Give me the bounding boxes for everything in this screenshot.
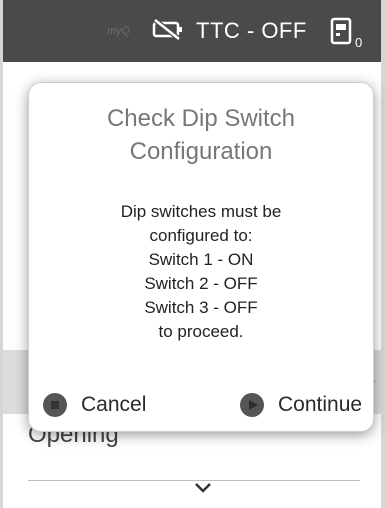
dialog-message-line: Switch 3 - OFF xyxy=(144,298,258,317)
dialog-title-line-2: Configuration xyxy=(129,138,273,165)
dialog-message-line: to proceed. xyxy=(158,322,244,341)
remote-icon[interactable] xyxy=(330,17,352,45)
continue-button[interactable]: Continue xyxy=(240,393,362,417)
dialog-title-line-1: Check Dip Switch xyxy=(106,105,296,132)
dialog-message-line: Dip switches must be xyxy=(120,202,282,221)
dialog-message-line: Switch 1 - ON xyxy=(148,250,254,269)
cancel-label: Cancel xyxy=(81,393,147,416)
play-icon xyxy=(240,393,264,417)
dip-switch-dialog: Check Dip Switch Configuration Dip switc… xyxy=(29,83,373,431)
top-status-bar: myQ TTC - OFF 0 xyxy=(3,0,381,62)
remote-count: 0 xyxy=(355,35,363,50)
continue-label: Continue xyxy=(278,393,363,416)
dialog-message: Dip switches must be configured to: Swit… xyxy=(29,200,373,344)
brand-logo: myQ xyxy=(107,25,131,37)
cancel-button[interactable]: Cancel xyxy=(43,393,146,417)
right-frame-border xyxy=(381,0,386,508)
dialog-message-line: configured to: xyxy=(149,226,253,245)
battery-disconnected-icon xyxy=(152,18,182,40)
stop-icon xyxy=(43,393,67,417)
chevron-down-icon[interactable] xyxy=(192,481,214,495)
ttc-status-label: TTC - OFF xyxy=(196,18,307,43)
dialog-message-line: Switch 2 - OFF xyxy=(144,274,258,293)
dialog-title: Check Dip Switch Configuration xyxy=(29,102,373,168)
